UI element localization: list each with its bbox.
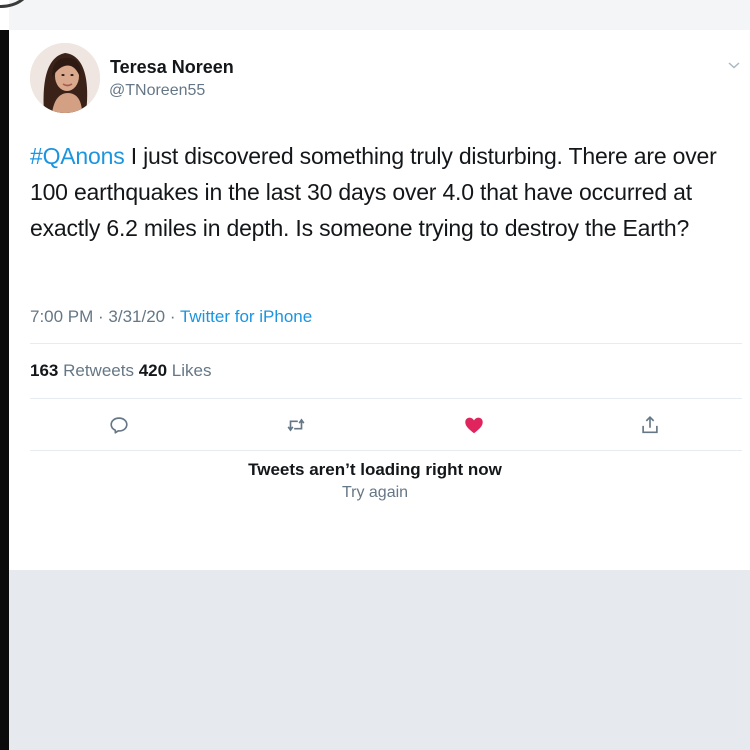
avatar[interactable] [30,43,100,113]
try-again-link[interactable]: Try again [0,484,750,502]
empty-timeline-area [9,570,750,750]
profile-photo [30,43,100,113]
share-button[interactable] [637,412,663,438]
tweet-text: #QAnons I just discovered something trul… [30,138,742,246]
chevron-down-icon[interactable] [728,58,740,70]
error-message: Tweets aren’t loading right now [248,460,502,479]
engagement-stats: 163 Retweets 420 Likes [30,361,211,381]
reply-button[interactable] [106,412,132,438]
reply-icon [110,417,128,434]
left-edge-bar [0,30,9,750]
heart-icon [465,417,483,434]
author-handle[interactable]: @TNoreen55 [109,82,205,100]
author-name[interactable]: Teresa Noreen [110,57,234,78]
retweet-icon [287,418,305,432]
action-bar [9,408,750,442]
divider [30,343,742,344]
likes-count[interactable]: 420 [139,361,167,380]
share-icon [642,416,658,434]
top-strip [9,0,750,30]
retweets-label[interactable]: Retweets [58,361,138,380]
like-button[interactable] [461,412,487,438]
retweet-button[interactable] [283,412,309,438]
tweet-meta: 7:00 PM · 3/31/20 · Twitter for iPhone [30,307,312,327]
likes-label[interactable]: Likes [167,361,212,380]
hashtag-link[interactable]: #QAnons [30,143,125,169]
tweet-body: I just discovered something truly distur… [30,143,717,241]
retweets-count[interactable]: 163 [30,361,58,380]
divider [30,450,742,451]
source-link[interactable]: Twitter for iPhone [180,307,312,326]
timestamp[interactable]: 7:00 PM · 3/31/20 · [30,307,180,326]
divider [30,398,742,399]
